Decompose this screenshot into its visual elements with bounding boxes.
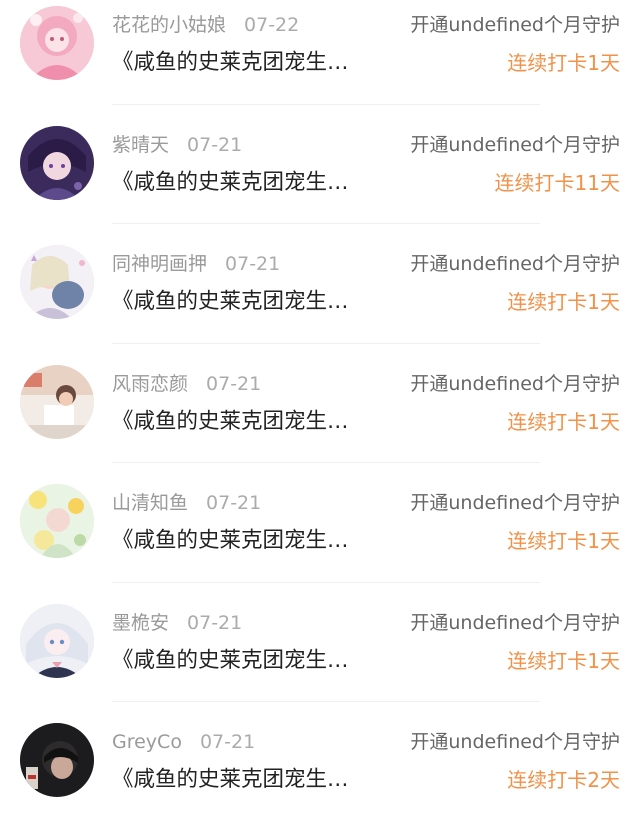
streak-text: 连续打卡1天 [507,51,620,75]
list-item[interactable]: 同神明画押 07-21 《咸鱼的史莱克团宠生… 开通undefined个月守护 连… [0,239,640,359]
avatar-pink-anime-girl-icon[interactable] [20,6,94,80]
user-name-line: 花花的小姑娘 07-22 [112,10,299,40]
streak-text: 连续打卡1天 [507,648,620,673]
user-name-line: 紫晴天 07-21 [112,130,242,160]
post-date: 07-21 [206,372,262,395]
guard-action-text: 开通undefined个月守护 [410,731,620,753]
post-date: 07-22 [244,14,300,36]
divider [112,581,540,583]
list-item[interactable]: 墨桅安 07-21 《咸鱼的史莱克团宠生… 开通undefined个月守护 连续打… [0,598,640,718]
user-name-line: GreyCo 07-21 [112,727,255,757]
streak-text: 连续打卡1天 [507,409,620,434]
avatar-white-hair-anime-icon[interactable] [20,603,94,678]
guard-list: 花花的小姑娘 07-22 《咸鱼的史莱克团宠生… 开通undefined个月守护 … [0,0,640,837]
guard-action-text: 开通undefined个月守护 [410,492,620,514]
streak-text: 连续打卡1天 [507,290,620,314]
list-item[interactable]: 风雨恋颜 07-21 《咸鱼的史莱克团宠生… 开通undefined个月守护 连续… [0,359,640,479]
avatar-girl-with-plush-icon[interactable] [20,245,94,319]
user-name[interactable]: 风雨恋颜 [112,373,188,395]
book-title[interactable]: 《咸鱼的史莱克团宠生… [112,526,349,556]
post-date: 07-21 [206,492,262,514]
guard-action-text: 开通undefined个月守护 [410,14,620,36]
streak-text: 连续打卡11天 [494,170,620,195]
user-name-line: 风雨恋颜 07-21 [112,369,261,399]
streak-text: 连续打卡2天 [507,768,620,792]
guard-action-text: 开通undefined个月守护 [410,372,620,395]
post-date: 07-21 [187,611,243,634]
post-date: 07-21 [225,253,281,275]
avatar-flower-illustration-icon[interactable] [20,484,94,558]
list-item[interactable]: GreyCo 07-21 《咸鱼的史莱克团宠生… 开通undefined个月守护 … [0,717,640,837]
book-title[interactable]: 《咸鱼的史莱克团宠生… [112,287,349,317]
list-item[interactable]: 紫晴天 07-21 《咸鱼的史莱克团宠生… 开通undefined个月守护 连续打… [0,120,640,240]
divider [112,342,540,344]
book-title[interactable]: 《咸鱼的史莱克团宠生… [112,407,349,437]
user-name[interactable]: 山清知鱼 [112,492,188,514]
guard-action-text: 开通undefined个月守护 [410,611,620,634]
post-date: 07-21 [199,731,256,753]
divider [112,103,540,105]
user-name[interactable]: 同神明画押 [112,253,207,275]
guard-action-text: 开通undefined个月守护 [410,253,620,275]
user-name-line: 墨桅安 07-21 [112,608,242,638]
book-title[interactable]: 《咸鱼的史莱克团宠生… [112,646,349,676]
user-name-line: 同神明画押 07-21 [112,249,280,279]
book-title[interactable]: 《咸鱼的史莱克团宠生… [112,168,349,198]
list-item[interactable]: 花花的小姑娘 07-22 《咸鱼的史莱克团宠生… 开通undefined个月守护 … [0,0,640,120]
guard-action-text: 开通undefined个月守护 [410,133,620,156]
divider [112,462,540,463]
avatar-photo-room-icon[interactable] [20,364,94,439]
avatar-purple-anime-boy-icon[interactable] [20,125,94,200]
user-name-line: 山清知鱼 07-21 [112,488,261,518]
book-title[interactable]: 《咸鱼的史莱克团宠生… [112,765,349,795]
divider [112,701,540,702]
user-name[interactable]: 花花的小姑娘 [112,14,226,36]
list-item[interactable]: 山清知鱼 07-21 《咸鱼的史莱克团宠生… 开通undefined个月守护 连续… [0,478,640,598]
avatar-dark-photo-icon[interactable] [20,723,94,797]
user-name[interactable]: GreyCo [112,731,182,753]
book-title[interactable]: 《咸鱼的史莱克团宠生… [112,48,349,78]
user-name[interactable]: 墨桅安 [112,612,169,634]
user-name[interactable]: 紫晴天 [112,134,169,156]
divider [112,223,540,224]
post-date: 07-21 [187,133,243,156]
streak-text: 连续打卡1天 [507,529,620,553]
